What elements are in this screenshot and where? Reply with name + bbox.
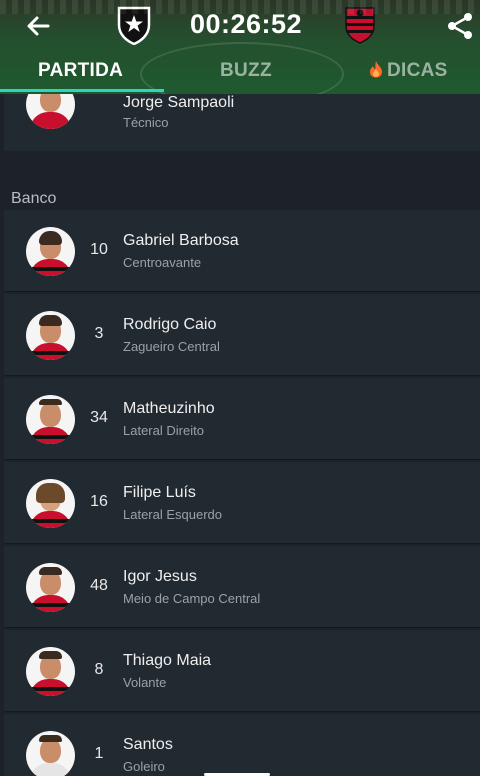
player-number: 3	[94, 325, 104, 342]
player-number: 48	[90, 577, 108, 594]
player-row[interactable]: 1 Santos Goleiro	[4, 714, 480, 776]
top-bar: 00:26:52	[0, 0, 480, 52]
player-name: Gabriel Barbosa	[123, 232, 239, 249]
lineup-list[interactable]: Jorge Sampaoli Técnico Banco 10 Gabriel …	[0, 94, 480, 776]
active-tab-indicator	[0, 89, 164, 92]
player-number: 1	[94, 745, 104, 762]
player-position: Lateral Esquerdo	[123, 507, 223, 522]
player-number: 16	[90, 493, 108, 510]
player-row[interactable]: 34 Matheuzinho Lateral Direito	[4, 378, 480, 460]
match-header: 00:26:52 PARTIDA BUZZ DICAS	[0, 0, 480, 94]
flamengo-crest-icon[interactable]	[344, 4, 376, 44]
tab-partida[interactable]: PARTIDA	[38, 60, 123, 82]
player-name: Rodrigo Caio	[123, 316, 217, 333]
match-timer: 00:26:52	[189, 9, 303, 39]
tab-bar: PARTIDA BUZZ DICAS	[0, 52, 480, 94]
share-icon[interactable]	[444, 10, 476, 42]
player-name: Matheuzinho	[123, 400, 215, 417]
coach-name: Jorge Sampaoli	[123, 94, 235, 111]
player-name: Igor Jesus	[123, 568, 197, 585]
coach-avatar	[26, 94, 75, 129]
player-position: Goleiro	[123, 759, 165, 774]
back-arrow-icon[interactable]	[22, 10, 54, 42]
tab-dicas-label: DICAS	[387, 60, 448, 81]
player-position: Zagueiro Central	[123, 339, 220, 354]
bench-section-label: Banco	[11, 190, 57, 207]
player-number: 34	[90, 409, 108, 426]
player-avatar	[26, 647, 75, 696]
player-avatar	[26, 395, 75, 444]
player-row[interactable]: 3 Rodrigo Caio Zagueiro Central	[4, 294, 480, 376]
player-position: Centroavante	[123, 255, 202, 270]
player-name: Filipe Luís	[123, 484, 196, 501]
player-position: Meio de Campo Central	[123, 591, 261, 606]
tab-dicas[interactable]: DICAS	[368, 60, 448, 82]
flame-icon	[368, 60, 384, 78]
player-number: 10	[90, 241, 108, 258]
player-number: 8	[94, 661, 104, 678]
player-row[interactable]: 16 Filipe Luís Lateral Esquerdo	[4, 462, 480, 544]
player-row[interactable]: 8 Thiago Maia Volante	[4, 630, 480, 712]
player-name: Santos	[123, 736, 173, 753]
player-avatar	[26, 227, 75, 276]
botafogo-crest-icon[interactable]	[116, 5, 152, 46]
player-avatar	[26, 731, 75, 776]
player-position: Volante	[123, 675, 167, 690]
player-avatar	[26, 311, 75, 360]
player-row[interactable]: 48 Igor Jesus Meio de Campo Central	[4, 546, 480, 628]
player-name: Thiago Maia	[123, 652, 212, 669]
coach-role: Técnico	[123, 115, 169, 130]
player-avatar	[26, 479, 75, 528]
player-position: Lateral Direito	[123, 423, 204, 438]
player-avatar	[26, 563, 75, 612]
coach-row[interactable]: Jorge Sampaoli Técnico	[4, 94, 480, 151]
tab-buzz[interactable]: BUZZ	[220, 60, 272, 82]
player-row[interactable]: 10 Gabriel Barbosa Centroavante	[4, 210, 480, 292]
